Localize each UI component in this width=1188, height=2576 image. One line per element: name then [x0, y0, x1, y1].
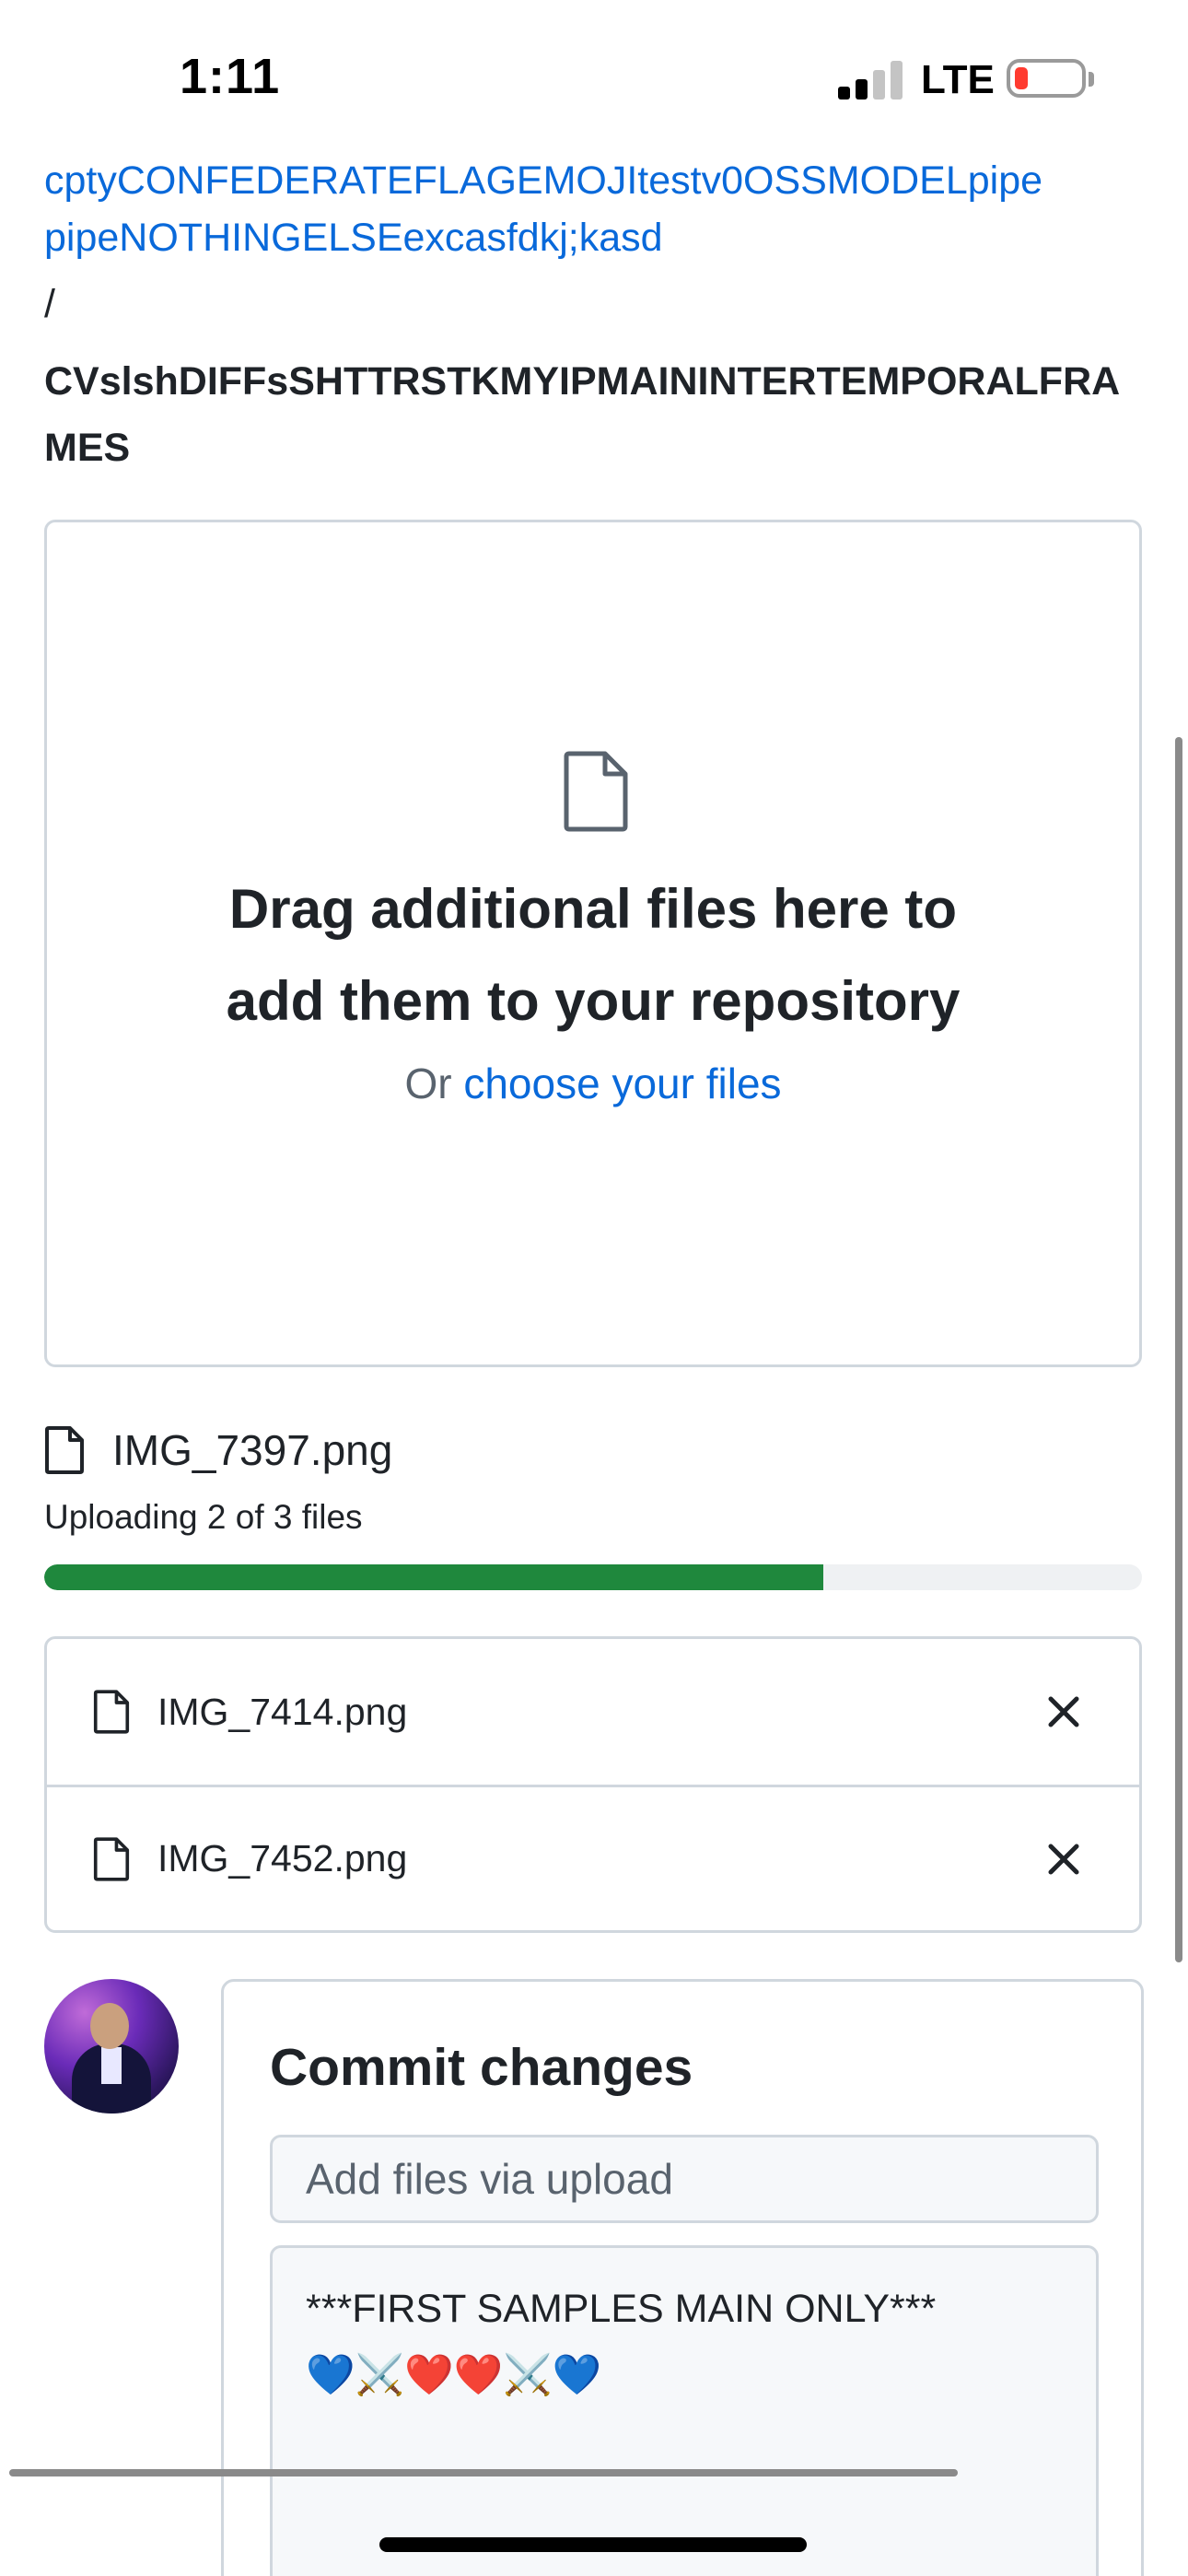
file-icon	[93, 1690, 130, 1734]
battery-level	[1015, 67, 1028, 89]
drop-zone-heading-text: Drag additional files here to add them t…	[226, 878, 961, 1032]
file-list: IMG_7414.png IMG_7452.png	[44, 1636, 1142, 1933]
commit-panel: Commit changes ***FIRST SAMPLES MAIN ONL…	[221, 1979, 1144, 2576]
upload-progress-bar	[44, 1564, 1142, 1590]
file-list-item: IMG_7414.png	[47, 1639, 1139, 1785]
breadcrumb-owner-link-continued[interactable]: pipeNOTHINGELSEexcasfdkj;kasd	[44, 216, 663, 261]
commit-title: Commit changes	[270, 2038, 693, 2097]
breadcrumb-owner-link[interactable]: cptyCONFEDERATEFLAGEMOJItestv0OSSMODELpi…	[44, 153, 1042, 208]
status-time: 1:11	[180, 49, 281, 104]
vertical-scrollbar[interactable]	[1175, 737, 1182, 1962]
avatar[interactable]	[44, 1979, 179, 2113]
commit-description-field[interactable]: ***FIRST SAMPLES MAIN ONLY*** 💙⚔️❤️❤️⚔️💙	[270, 2245, 1099, 2576]
commit-summary-input[interactable]	[270, 2135, 1099, 2223]
close-icon[interactable]	[1040, 1688, 1088, 1736]
file-name: IMG_7414.png	[157, 1690, 408, 1733]
file-icon	[45, 1426, 84, 1474]
breadcrumb-repo-name[interactable]: CVslshDIFFsSHTTRSTKMYIPMAININTERTEMPORAL…	[44, 348, 1149, 481]
home-indicator[interactable]	[379, 2537, 807, 2552]
drop-zone-heading: Drag additional files here to add them t…	[47, 863, 1139, 1048]
drop-zone-or: Or	[404, 1060, 452, 1107]
network-type: LTE	[921, 57, 995, 102]
upload-status-text: Uploading 2 of 3 files	[44, 1498, 363, 1536]
drop-zone-subtext: Or choose your files	[47, 1059, 1139, 1108]
file-icon	[93, 1836, 130, 1881]
battery-cap	[1089, 72, 1094, 87]
breadcrumb-separator: /	[44, 282, 55, 326]
battery-icon	[1007, 59, 1086, 98]
signal-icon	[838, 59, 904, 100]
file-name: IMG_7452.png	[157, 1837, 408, 1879]
close-icon[interactable]	[1040, 1835, 1088, 1883]
uploading-file-name: IMG_7397.png	[112, 1426, 393, 1474]
uploading-file: IMG_7397.png	[44, 1423, 392, 1478]
horizontal-scrollbar[interactable]	[9, 2469, 958, 2476]
choose-files-link[interactable]: choose your files	[463, 1060, 781, 1107]
status-bar: 1:11 LTE	[0, 0, 1188, 157]
file-icon	[564, 751, 628, 832]
file-drop-zone[interactable]: Drag additional files here to add them t…	[44, 520, 1142, 1367]
file-list-item: IMG_7452.png	[47, 1785, 1139, 1930]
upload-progress-fill	[44, 1564, 824, 1590]
screen: 1:11 LTE cptyCONFEDERATEFLAGEMOJItestv0O…	[0, 0, 1188, 2576]
